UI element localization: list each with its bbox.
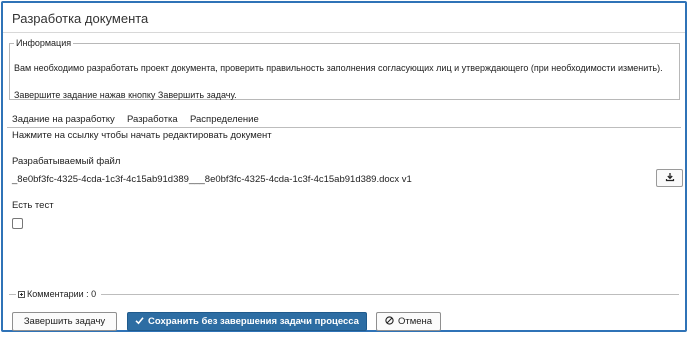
download-button[interactable] xyxy=(656,169,683,187)
tab-development[interactable]: Разработка xyxy=(127,114,178,125)
info-text-instructions: Вам необходимо разработать проект докуме… xyxy=(14,63,663,73)
cancel-label: Отмена xyxy=(397,316,433,327)
tab-assignment[interactable]: Задание на разработку xyxy=(12,114,115,125)
edit-hint-text: Нажмите на ссылку чтобы начать редактиро… xyxy=(12,130,272,141)
finish-task-label: Завершить задачу xyxy=(23,316,106,327)
dialog-window: Разработка документа Информация Вам необ… xyxy=(1,1,687,332)
info-text-finish-hint: Завершите задание нажав кнопку Завершить… xyxy=(14,90,237,100)
comments-toggle[interactable]: Комментарии : 0 xyxy=(18,289,96,299)
has-test-label: Есть тест xyxy=(12,200,54,211)
cancel-icon xyxy=(385,315,394,328)
tabs-divider xyxy=(7,127,681,128)
download-icon xyxy=(665,169,675,187)
title-divider xyxy=(3,32,685,33)
save-without-finish-button[interactable]: Сохранить без завершения задачи процесса xyxy=(127,312,367,331)
info-panel: Информация Вам необходимо разработать пр… xyxy=(9,38,680,100)
file-link[interactable]: _8e0bf3fc-4325-4cda-1c3f-4c15ab91d389___… xyxy=(12,174,412,185)
cancel-button[interactable]: Отмена xyxy=(376,312,441,331)
expand-plus-icon xyxy=(18,290,25,298)
comments-divider-left xyxy=(9,294,16,295)
tab-distribution[interactable]: Распределение xyxy=(190,114,259,125)
dialog-title: Разработка документа xyxy=(12,11,149,26)
file-label: Разрабатываемый файл xyxy=(12,156,121,167)
finish-task-button[interactable]: Завершить задачу xyxy=(12,312,117,331)
has-test-checkbox[interactable] xyxy=(12,218,23,229)
comments-label: Комментарии : 0 xyxy=(27,289,97,299)
info-legend: Информация xyxy=(16,38,72,48)
comments-divider-right xyxy=(101,294,679,295)
save-without-finish-label: Сохранить без завершения задачи процесса xyxy=(148,316,359,327)
check-icon xyxy=(135,316,144,328)
